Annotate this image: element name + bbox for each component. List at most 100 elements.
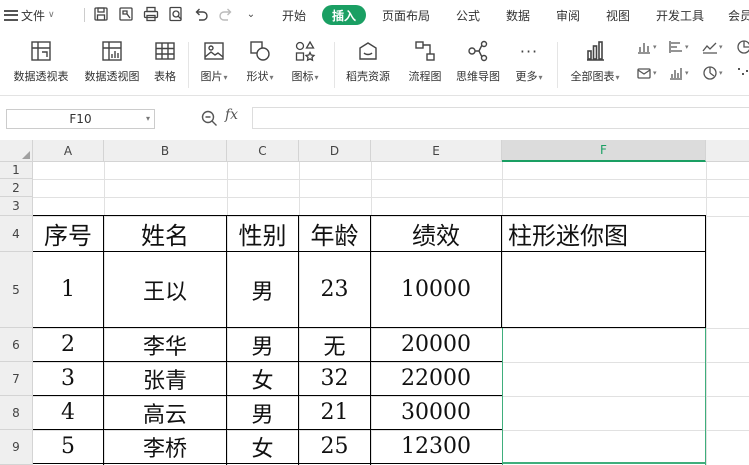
mindmap-label: 思维导图 <box>456 70 500 83</box>
row-header-3[interactable]: 3 <box>0 197 33 216</box>
picture-button[interactable]: 图片▾ <box>195 38 233 90</box>
export-pdf-icon[interactable] <box>118 6 134 22</box>
docer-resource-button[interactable]: 稻壳资源 <box>342 38 394 90</box>
cell-d5[interactable]: 23 <box>299 252 370 327</box>
undo-icon[interactable] <box>193 6 209 22</box>
column-header-g[interactable] <box>706 140 749 162</box>
cell-b7[interactable]: 张青 <box>104 362 226 395</box>
pie-chart-button[interactable] <box>736 38 749 56</box>
fx-button[interactable]: fx <box>225 107 238 123</box>
save-icon[interactable] <box>93 6 109 22</box>
tab-page-layout[interactable]: 页面布局 <box>382 7 430 24</box>
print-icon[interactable] <box>143 6 159 22</box>
cell-e6[interactable]: 20000 <box>371 328 501 361</box>
separator <box>188 42 189 88</box>
quick-access-dropdown-icon[interactable]: ⌄ <box>243 6 259 22</box>
radar-chart-button[interactable]: ▾ <box>702 64 724 82</box>
column-header-e[interactable]: E <box>371 140 502 162</box>
selection-border <box>502 328 503 465</box>
tab-review[interactable]: 审阅 <box>556 7 580 24</box>
column-header-d[interactable]: D <box>299 140 371 162</box>
cell-a8[interactable]: 4 <box>33 396 103 429</box>
cell-a9[interactable]: 5 <box>33 430 103 463</box>
separator <box>334 42 335 88</box>
cell-b5[interactable]: 王以 <box>104 252 226 327</box>
cell-c6[interactable]: 男 <box>227 328 298 361</box>
line-chart-button[interactable]: ▾ <box>702 38 724 56</box>
header-cell-sparkline[interactable]: 柱形迷你图 <box>502 216 705 251</box>
cell-a7[interactable]: 3 <box>33 362 103 395</box>
cell-e5[interactable]: 10000 <box>371 252 501 327</box>
cell-a5[interactable]: 1 <box>33 252 103 327</box>
gridline <box>33 197 749 198</box>
cell-b6[interactable]: 李华 <box>104 328 226 361</box>
cell-d6[interactable]: 无 <box>299 328 370 361</box>
area-chart-icon <box>637 68 651 79</box>
table-button[interactable]: 表格 <box>150 38 180 90</box>
bar-chart-button[interactable]: ▾ <box>668 38 690 56</box>
cell-a6[interactable]: 2 <box>33 328 103 361</box>
shape-button[interactable]: 形状▾ <box>240 38 280 90</box>
cell-e7[interactable]: 22000 <box>371 362 501 395</box>
cell-c8[interactable]: 男 <box>227 396 298 429</box>
dropdown-arrow-icon: ▾ <box>269 73 274 82</box>
tab-formulas[interactable]: 公式 <box>456 7 480 24</box>
print-preview-icon[interactable] <box>168 6 184 22</box>
formula-input[interactable] <box>252 107 749 129</box>
redo-icon[interactable] <box>218 6 234 22</box>
tab-insert[interactable]: 插入 <box>322 5 367 25</box>
scatter-chart-button[interactable] <box>736 64 749 82</box>
cell-b8[interactable]: 高云 <box>104 396 226 429</box>
pivot-table-button[interactable]: 数据透视表 <box>10 38 72 90</box>
icon-library-button[interactable]: 图标▾ <box>286 38 324 90</box>
tab-view[interactable]: 视图 <box>606 7 630 24</box>
pivot-chart-button[interactable]: 数据透视图 <box>80 38 144 90</box>
column-chart-button[interactable]: ▾ <box>636 38 658 56</box>
row-header-1[interactable]: 1 <box>0 162 33 179</box>
area-chart-button[interactable]: ▾ <box>636 64 658 82</box>
cell-b9[interactable]: 李桥 <box>104 430 226 463</box>
header-cell-name[interactable]: 姓名 <box>104 216 226 251</box>
zoom-search-icon[interactable] <box>200 109 218 127</box>
more-button[interactable]: ··· 更多▾ <box>510 38 548 90</box>
cell-d8[interactable]: 21 <box>299 396 370 429</box>
row-header-7[interactable]: 7 <box>0 362 33 396</box>
tab-home[interactable]: 开始 <box>282 7 306 24</box>
mindmap-button[interactable]: 思维导图 <box>452 38 504 90</box>
column-header-c[interactable]: C <box>227 140 299 162</box>
header-cell-index[interactable]: 序号 <box>33 216 103 251</box>
all-charts-button[interactable]: 全部图表▾ <box>566 38 624 90</box>
cell-c7[interactable]: 女 <box>227 362 298 395</box>
dropdown-arrow-icon: ▾ <box>223 73 228 82</box>
file-menu[interactable]: 文件 ∨ <box>4 6 55 24</box>
row-header-9[interactable]: 9 <box>0 430 33 465</box>
name-box[interactable]: F10 ▾ <box>6 109 155 129</box>
cell-c5[interactable]: 男 <box>227 252 298 327</box>
tab-data[interactable]: 数据 <box>506 7 530 24</box>
row-header-8[interactable]: 8 <box>0 396 33 430</box>
row-header-4[interactable]: 4 <box>0 216 33 252</box>
row-header-5[interactable]: 5 <box>0 252 33 328</box>
cell-d7[interactable]: 32 <box>299 362 370 395</box>
header-cell-age[interactable]: 年龄 <box>299 216 370 251</box>
row-header-2[interactable]: 2 <box>0 179 33 197</box>
column-header-b[interactable]: B <box>104 140 227 162</box>
column-header-f[interactable]: F <box>502 140 706 162</box>
bar-chart-icon <box>669 41 682 53</box>
header-cell-gender[interactable]: 性别 <box>227 216 298 251</box>
cell-d9[interactable]: 25 <box>299 430 370 463</box>
icon-library-label: 图标▾ <box>291 70 319 83</box>
select-all-corner[interactable] <box>0 140 33 162</box>
cell-f5[interactable] <box>502 252 705 327</box>
tab-developer[interactable]: 开发工具 <box>656 7 704 24</box>
row-header-6[interactable]: 6 <box>0 328 33 362</box>
column-header-a[interactable]: A <box>33 140 104 162</box>
cell-c9[interactable]: 女 <box>227 430 298 463</box>
cell-e8[interactable]: 30000 <box>371 396 501 429</box>
tab-member[interactable]: 会员 <box>728 7 749 24</box>
header-cell-performance[interactable]: 绩效 <box>371 216 501 251</box>
stat-chart-button[interactable]: ▾ <box>668 64 690 82</box>
dropdown-arrow-icon: ▾ <box>538 73 543 82</box>
flowchart-button[interactable]: 流程图 <box>404 38 446 90</box>
cell-e9[interactable]: 12300 <box>371 430 501 463</box>
